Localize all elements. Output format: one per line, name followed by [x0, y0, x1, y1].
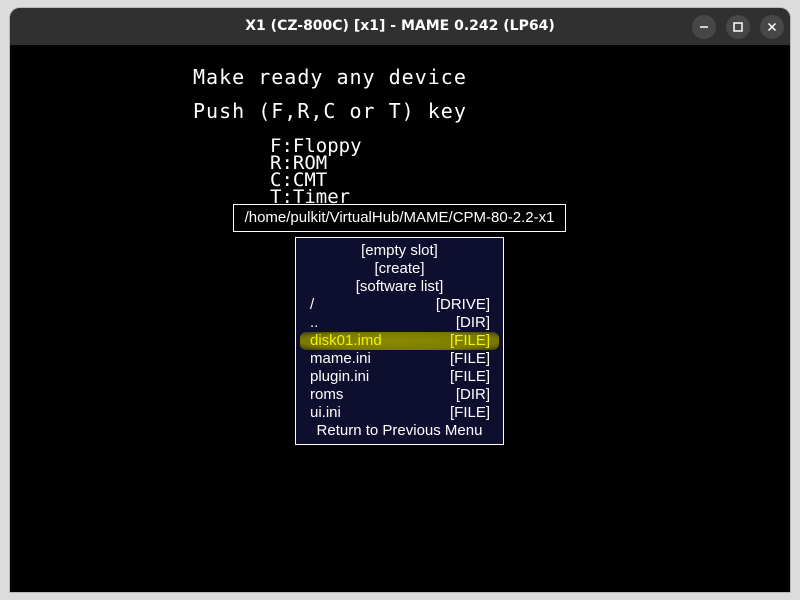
window-title: X1 (CZ-800C) [x1] - MAME 0.242 (LP64) — [245, 18, 555, 34]
menu-item-parent-dir[interactable]: .. [DIR] — [296, 314, 503, 332]
minimize-button[interactable] — [692, 15, 716, 39]
minimize-icon — [700, 26, 708, 28]
menu-item-empty-slot[interactable]: [empty slot] — [296, 242, 503, 260]
menu-item-mame-ini[interactable]: mame.ini [FILE] — [296, 350, 503, 368]
entry-kind: [FILE] — [449, 350, 490, 367]
entry-kind: [FILE] — [449, 368, 490, 385]
menu-item-plugin-ini[interactable]: plugin.ini [FILE] — [296, 368, 503, 386]
maximize-button[interactable] — [726, 15, 750, 39]
entry-kind: [DIR] — [455, 386, 490, 403]
close-icon — [767, 22, 777, 32]
entry-kind: [DIR] — [455, 314, 490, 331]
entry-name: ui.ini — [310, 404, 341, 421]
emulator-screen[interactable]: Make ready any device Push (F,R,C or T) … — [10, 45, 790, 592]
mame-window: X1 (CZ-800C) [x1] - MAME 0.242 (LP64) Ma… — [10, 8, 790, 592]
menu-item-disk01[interactable]: disk01.imd [FILE] — [296, 332, 503, 350]
menu-item-create[interactable]: [create] — [296, 260, 503, 278]
prompt-line-1: Make ready any device — [193, 65, 467, 89]
file-selector-menu: [empty slot] [create] [software list] / … — [295, 237, 504, 445]
entry-name: roms — [310, 386, 344, 403]
maximize-icon — [733, 22, 743, 32]
menu-item-drive-root[interactable]: / [DRIVE] — [296, 296, 503, 314]
device-options: F:Floppy R:ROM C:CMT T:Timer — [270, 137, 430, 205]
menu-item-ui-ini[interactable]: ui.ini [FILE] — [296, 404, 503, 422]
entry-name: .. — [310, 314, 319, 331]
entry-name: / — [310, 296, 315, 313]
current-path: /home/pulkit/VirtualHub/MAME/CPM-80-2.2-… — [233, 204, 566, 232]
entry-name: plugin.ini — [310, 368, 370, 385]
menu-item-return[interactable]: Return to Previous Menu — [296, 422, 503, 440]
entry-kind: [FILE] — [449, 332, 490, 349]
entry-kind: [FILE] — [449, 404, 490, 421]
prompt-line-2: Push (F,R,C or T) key — [193, 99, 467, 123]
entry-name: mame.ini — [310, 350, 371, 367]
entry-kind: [DRIVE] — [435, 296, 490, 313]
close-button[interactable] — [760, 15, 784, 39]
menu-item-roms[interactable]: roms [DIR] — [296, 386, 503, 404]
menu-item-software-list[interactable]: [software list] — [296, 278, 503, 296]
entry-name: disk01.imd — [310, 332, 382, 349]
title-bar[interactable]: X1 (CZ-800C) [x1] - MAME 0.242 (LP64) — [10, 8, 790, 45]
option-timer: T:Timer — [270, 186, 351, 206]
